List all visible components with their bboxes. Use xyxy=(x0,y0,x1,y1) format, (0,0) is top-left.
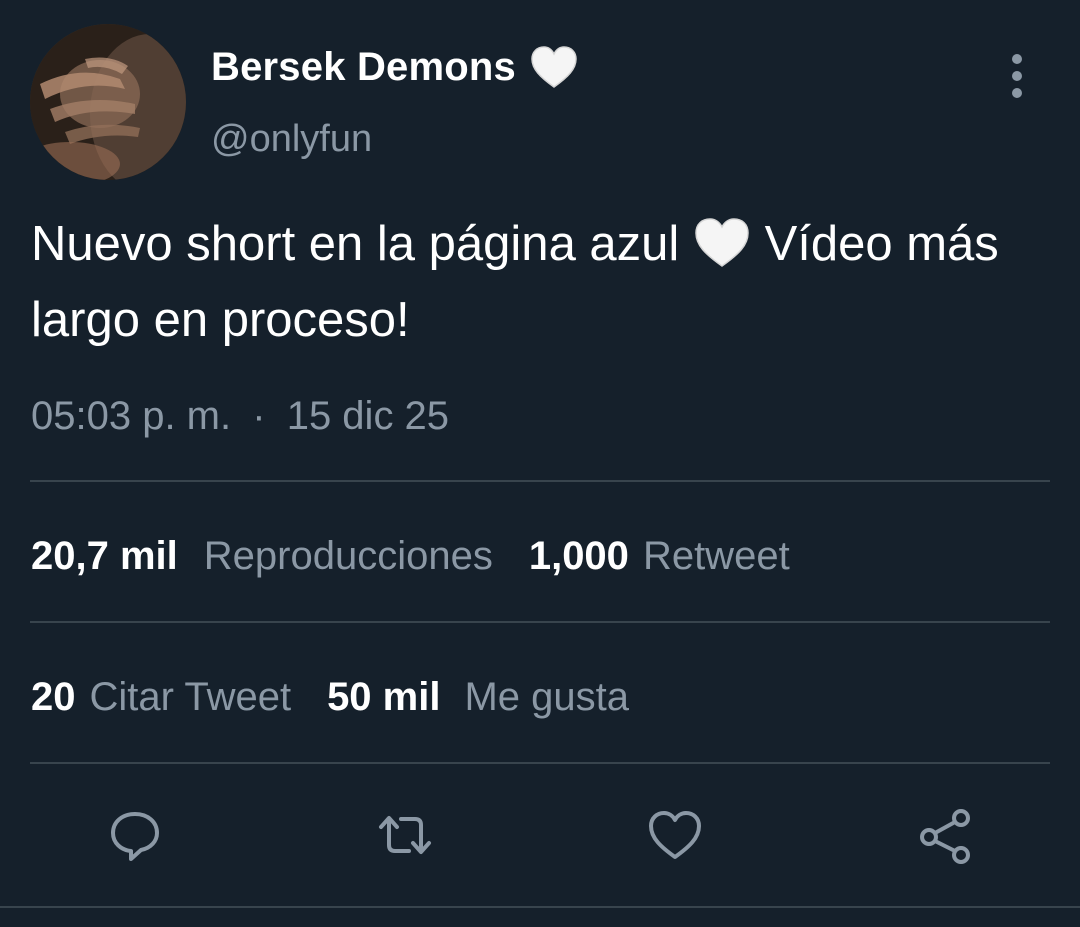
retweets-stat[interactable]: 1,000 Retweet xyxy=(529,534,790,579)
retweet-button[interactable] xyxy=(370,800,440,870)
stats-row-quotes-likes: 20 Citar Tweet 50 mil Me gusta xyxy=(31,675,629,720)
divider xyxy=(30,621,1050,623)
display-name[interactable]: Bersek Demons xyxy=(211,45,516,90)
white-heart-emoji-icon xyxy=(530,45,578,89)
bottom-divider xyxy=(0,906,1080,908)
views-count: 20,7 mil xyxy=(31,534,178,578)
avatar-image xyxy=(30,24,186,180)
views-stat[interactable]: 20,7 mil Reproducciones xyxy=(31,534,493,579)
retweet-icon xyxy=(379,816,431,854)
likes-stat[interactable]: 50 mil Me gusta xyxy=(327,675,629,720)
divider xyxy=(30,480,1050,482)
action-bar xyxy=(0,800,1080,870)
tweet-time: 05:03 p. m. xyxy=(31,394,232,438)
comment-icon xyxy=(111,812,159,861)
reply-button[interactable] xyxy=(100,800,170,870)
quotes-stat[interactable]: 20 Citar Tweet xyxy=(31,675,291,720)
share-button[interactable] xyxy=(910,800,980,870)
display-name-row: Bersek Demons xyxy=(211,42,578,92)
heart-icon xyxy=(649,811,701,859)
timestamp-separator: · xyxy=(252,394,266,438)
more-options-icon[interactable] xyxy=(1000,54,1034,98)
quotes-label: Citar Tweet xyxy=(89,675,292,719)
retweets-label: Retweet xyxy=(642,534,790,578)
stats-row-views-retweets: 20,7 mil Reproducciones 1,000 Retweet xyxy=(31,534,790,579)
like-button[interactable] xyxy=(640,800,710,870)
tweet-text: Nuevo short en la página azul Vídeo más … xyxy=(31,206,1041,358)
quotes-count: 20 xyxy=(31,675,76,719)
white-heart-emoji-icon xyxy=(693,214,751,267)
retweets-count: 1,000 xyxy=(528,534,629,578)
user-handle[interactable]: @onlyfun xyxy=(211,118,372,161)
tweet-date: 15 dic 25 xyxy=(286,394,450,438)
avatar[interactable] xyxy=(30,24,186,180)
timestamp[interactable]: 05:03 p. m. · 15 dic 25 xyxy=(31,394,449,439)
divider xyxy=(30,762,1050,764)
tweet-detail: Bersek Demons @onlyfun Nuevo short en la… xyxy=(0,0,1080,927)
likes-label: Me gusta xyxy=(464,675,629,719)
tweet-text-part1: Nuevo short en la página azul xyxy=(31,217,680,271)
share-icon xyxy=(920,809,970,864)
likes-count: 50 mil xyxy=(327,675,441,719)
views-label: Reproducciones xyxy=(203,534,493,578)
